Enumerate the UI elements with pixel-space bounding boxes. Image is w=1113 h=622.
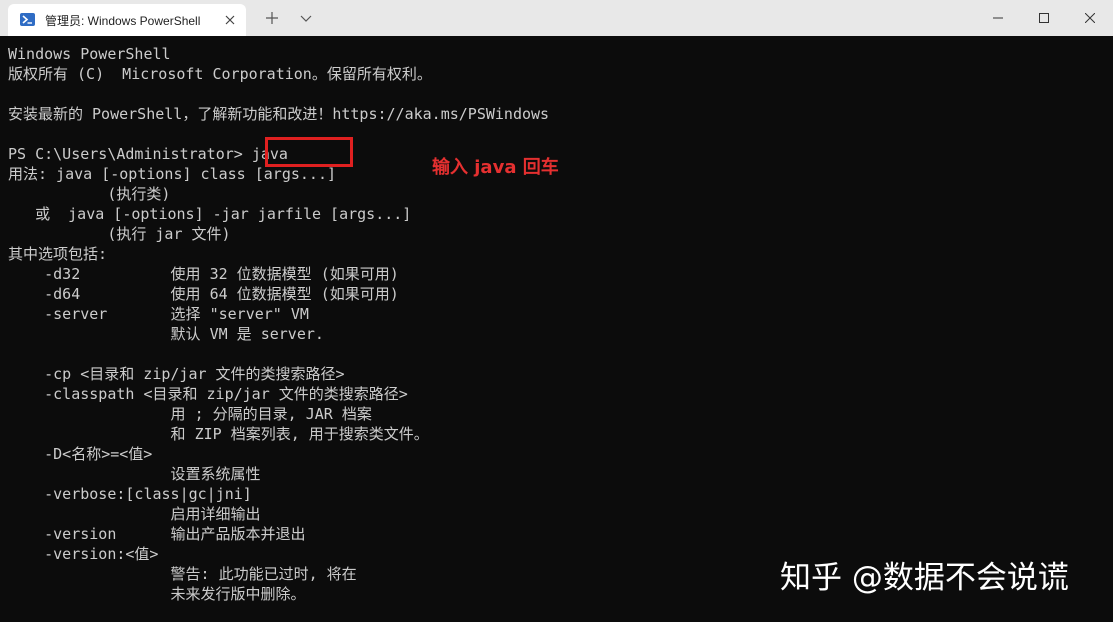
powershell-icon — [20, 13, 35, 26]
tab-title: 管理员: Windows PowerShell — [45, 14, 201, 28]
terminal-line: -d64 使用 64 位数据模型 (如果可用) — [8, 285, 399, 303]
terminal-line: Windows PowerShell — [8, 45, 171, 63]
terminal-line: 设置系统属性 — [8, 465, 261, 483]
terminal-line: -server 选择 "server" VM — [8, 305, 309, 323]
terminal-window: 管理员: Windows PowerShell Windows PowerShe… — [0, 0, 1113, 622]
terminal-line: -cp <目录和 zip/jar 文件的类搜索路径> — [8, 365, 345, 383]
terminal-line: 用 ; 分隔的目录, JAR 档案 — [8, 405, 372, 423]
new-tab-plus-icon[interactable] — [262, 8, 282, 28]
terminal-line: -d32 使用 32 位数据模型 (如果可用) — [8, 265, 399, 283]
chevron-down-icon[interactable] — [296, 8, 316, 28]
terminal-line: 未来发行版中删除。 — [8, 585, 306, 603]
terminal-line: 和 ZIP 档案列表, 用于搜索类文件。 — [8, 425, 429, 443]
command-highlight-box — [265, 137, 353, 167]
close-button[interactable] — [1067, 0, 1113, 36]
terminal-line: -verbose:[class|gc|jni] — [8, 485, 252, 503]
terminal-line: 启用详细输出 — [8, 505, 261, 523]
terminal-line: -version 输出产品版本并退出 — [8, 525, 306, 543]
terminal-line: 版权所有 (C) Microsoft Corporation。保留所有权利。 — [8, 65, 432, 83]
annotation-label: 输入 java 回车 — [432, 157, 559, 178]
close-icon — [1085, 13, 1095, 23]
terminal-line: 或 java [-options] -jar jarfile [args...] — [8, 205, 412, 223]
terminal-line: (执行 jar 文件) — [8, 225, 231, 243]
watermark: 知乎 @数据不会说谎 — [780, 560, 1069, 596]
tab-close-icon[interactable] — [220, 10, 240, 30]
maximize-icon — [1039, 13, 1049, 23]
minimize-button[interactable] — [975, 0, 1021, 36]
terminal-line: -D<名称>=<值> — [8, 445, 153, 463]
terminal-line: -classpath <目录和 zip/jar 文件的类搜索路径> — [8, 385, 408, 403]
maximize-button[interactable] — [1021, 0, 1067, 36]
tab-powershell[interactable]: 管理员: Windows PowerShell — [8, 4, 246, 36]
terminal-line: -version:<值> — [8, 545, 159, 563]
terminal-line: 安装最新的 PowerShell，了解新功能和改进！https://aka.ms… — [8, 105, 550, 123]
terminal-line: 默认 VM 是 server. — [8, 325, 324, 343]
minimize-icon — [993, 17, 1003, 19]
terminal-line: 其中选项包括: — [8, 245, 108, 263]
terminal-line: (执行类) — [8, 185, 171, 203]
title-bar[interactable]: 管理员: Windows PowerShell — [0, 0, 1113, 36]
terminal-line: 警告: 此功能已过时, 将在 — [8, 565, 357, 583]
terminal-output[interactable]: Windows PowerShell 版权所有 (C) Microsoft Co… — [8, 44, 549, 604]
